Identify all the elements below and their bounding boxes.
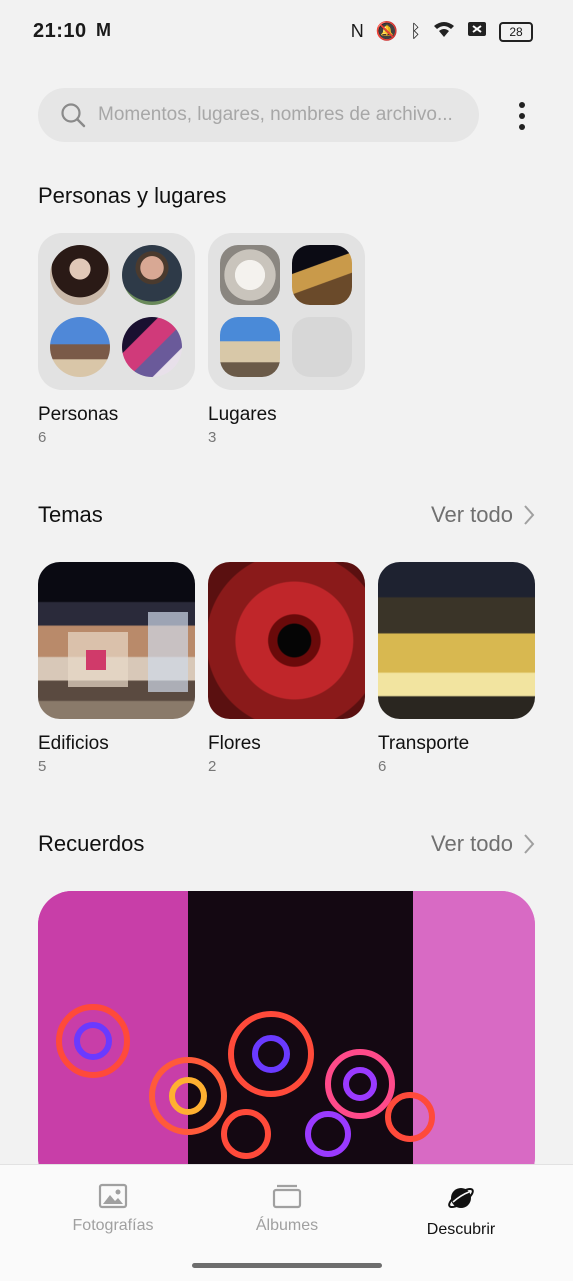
discover-planet-icon [448,1187,474,1209]
place-thumbnail [220,245,280,305]
theme-label: Flores [208,733,261,754]
memories-see-all[interactable]: Ver todo [431,831,535,857]
theme-label: Edificios [38,733,109,754]
more-options-icon[interactable] [512,100,532,132]
tab-label: Álbumes [255,1217,319,1234]
memory-card[interactable] [38,891,535,1191]
person-thumbnail [122,317,182,377]
person-thumbnail [122,245,182,305]
theme-count: 5 [38,758,47,775]
themes-see-all[interactable]: Ver todo [431,502,535,528]
see-all-label: Ver todo [431,831,513,856]
battery-indicator: 28 [499,21,533,42]
tab-photos[interactable]: Fotografías [38,1179,188,1235]
section-title-memories: Recuerdos [38,831,145,856]
see-all-label: Ver todo [431,502,513,527]
people-count: 6 [38,429,47,446]
places-label: Lugares [208,404,277,425]
places-card[interactable] [208,233,365,390]
photo-icon [98,1183,128,1209]
theme-label: Transporte [378,733,470,754]
search-icon [60,102,86,133]
status-time: 21:10 [33,20,87,42]
wifi-icon [433,20,455,43]
theme-count: 6 [378,758,387,775]
nfc-icon: N [350,21,364,41]
section-title-themes: Temas [38,502,103,527]
status-icons: N 🔕 ᛒ 28 [351,20,533,43]
search-placeholder: Momentos, lugares, nombres de archivo... [98,104,453,125]
gmail-icon: M [96,20,111,40]
theme-card-buildings[interactable] [38,562,195,719]
memory-photo [38,891,535,1191]
place-thumbnail [220,317,280,377]
status-bar: 21:10 M N 🔕 ᛒ 28 [0,0,573,64]
mute-icon: 🔕 [375,21,399,41]
tab-label: Fotografías [72,1217,154,1234]
tab-albums[interactable]: Álbumes [212,1179,362,1235]
theme-card-transport[interactable] [378,562,535,719]
albums-icon [272,1184,302,1209]
search-bar[interactable]: Momentos, lugares, nombres de archivo... [38,88,479,142]
person-thumbnail [50,317,110,377]
buildings-photo [68,612,188,692]
home-indicator[interactable] [192,1263,382,1268]
places-count: 3 [208,429,217,446]
tab-discover[interactable]: Descubrir [386,1179,536,1239]
theme-count: 2 [208,758,217,775]
person-thumbnail [50,245,110,305]
bluetooth-icon: ᛒ [410,21,421,41]
people-label: Personas [38,404,119,425]
tab-label: Descubrir [426,1221,496,1238]
place-thumbnail [292,245,352,305]
chevron-right-icon [523,504,535,526]
no-sim-icon [467,20,487,43]
theme-card-flowers[interactable] [208,562,365,719]
chevron-right-icon [523,833,535,855]
section-title-people-places: Personas y lugares [38,183,227,208]
people-card[interactable] [38,233,195,390]
place-thumbnail-empty [292,317,352,377]
